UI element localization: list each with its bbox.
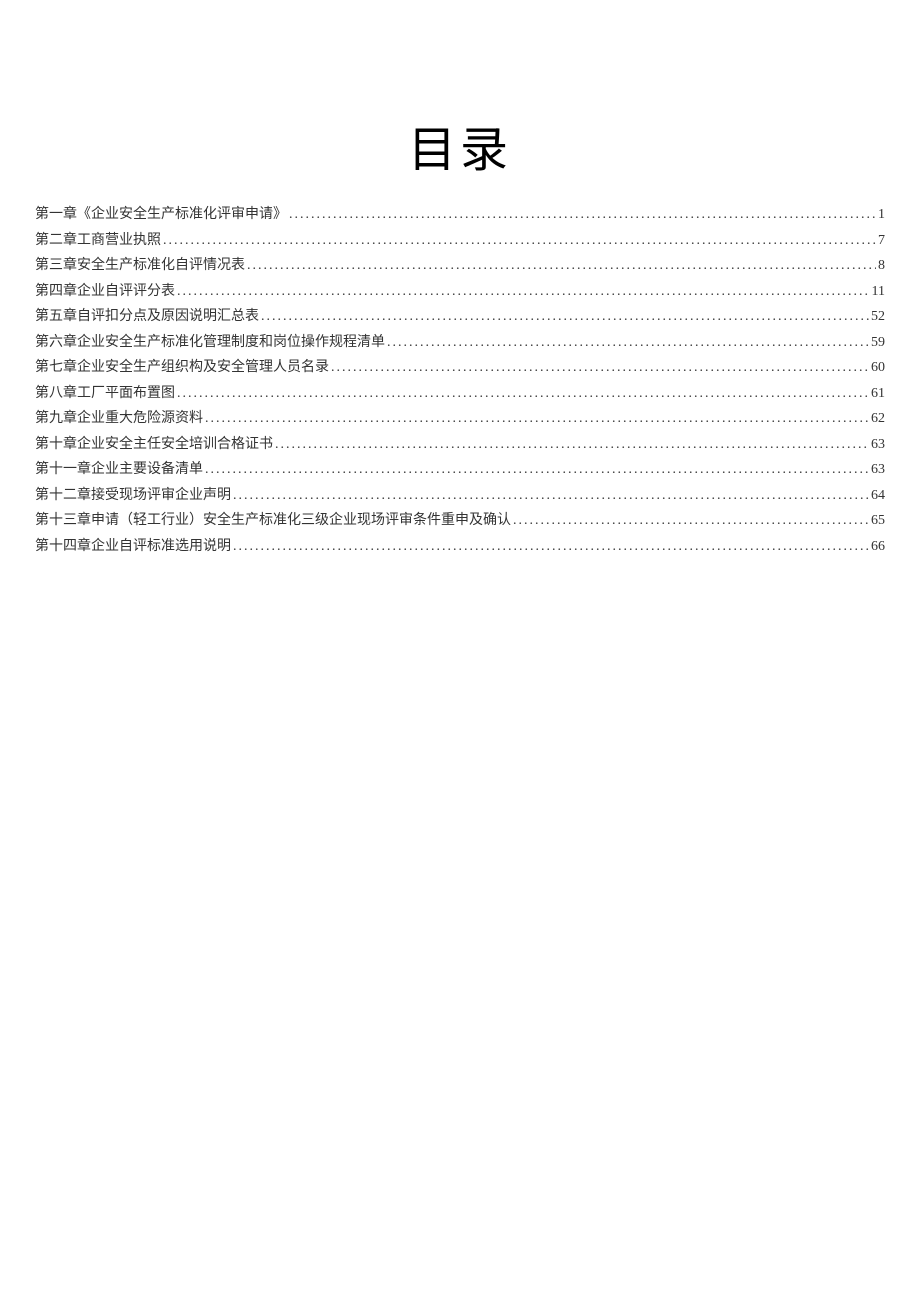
toc-page: 8 [878,259,885,273]
toc-page: 61 [871,387,885,401]
toc-dots [275,438,869,452]
toc-entry: 第八章工厂平面布置图 61 [35,387,885,401]
toc-label: 第六章企业安全生产标准化管理制度和岗位操作规程清单 [35,336,385,350]
toc-label: 第八章工厂平面布置图 [35,387,175,401]
toc-label: 第七章企业安全生产组织构及安全管理人员名录 [35,361,329,375]
toc-page: 66 [871,540,885,554]
table-of-contents: 第一章《企业安全生产标准化评审申请》 1 第二章工商营业执照 7 第三章安全生产… [35,208,885,554]
toc-dots [233,540,869,554]
toc-entry: 第十一章企业主要设备清单 63 [35,463,885,477]
toc-label: 第十二章接受现场评审企业声明 [35,489,231,503]
toc-page: 11 [872,285,885,299]
toc-page: 60 [871,361,885,375]
toc-dots [177,285,870,299]
toc-dots [247,259,876,273]
toc-label: 第四章企业自评评分表 [35,285,175,299]
toc-label: 第一章《企业安全生产标准化评审申请》 [35,208,287,222]
toc-dots [205,463,869,477]
toc-page: 1 [878,208,885,222]
toc-entry: 第十四章企业自评标准选用说明 66 [35,540,885,554]
toc-dots [261,310,869,324]
toc-entry: 第十章企业安全主任安全培训合格证书 63 [35,438,885,452]
toc-entry: 第二章工商营业执照 7 [35,234,885,248]
toc-label: 第十三章申请（轻工行业）安全生产标准化三级企业现场评审条件重申及确认 [35,514,511,528]
toc-page: 62 [871,412,885,426]
toc-entry: 第十三章申请（轻工行业）安全生产标准化三级企业现场评审条件重申及确认 65 [35,514,885,528]
toc-dots [233,489,869,503]
toc-page: 63 [871,438,885,452]
toc-entry: 第六章企业安全生产标准化管理制度和岗位操作规程清单 59 [35,336,885,350]
toc-label: 第十四章企业自评标准选用说明 [35,540,231,554]
toc-dots [513,514,869,528]
toc-label: 第二章工商营业执照 [35,234,161,248]
toc-entry: 第十二章接受现场评审企业声明 64 [35,489,885,503]
toc-entry: 第四章企业自评评分表 11 [35,285,885,299]
toc-page: 64 [871,489,885,503]
toc-dots [331,361,869,375]
toc-dots [289,208,876,222]
toc-entry: 第七章企业安全生产组织构及安全管理人员名录 60 [35,361,885,375]
toc-label: 第九章企业重大危险源资料 [35,412,203,426]
toc-dots [205,412,869,426]
toc-label: 第十一章企业主要设备清单 [35,463,203,477]
toc-label: 第五章自评扣分点及原因说明汇总表 [35,310,259,324]
toc-entry: 第九章企业重大危险源资料 62 [35,412,885,426]
page-title: 目录 [35,110,885,180]
toc-dots [177,387,869,401]
toc-page: 7 [878,234,885,248]
toc-entry: 第三章安全生产标准化自评情况表 8 [35,259,885,273]
toc-page: 52 [871,310,885,324]
toc-dots [387,336,869,350]
toc-label: 第十章企业安全主任安全培训合格证书 [35,438,273,452]
toc-page: 63 [871,463,885,477]
toc-label: 第三章安全生产标准化自评情况表 [35,259,245,273]
toc-entry: 第一章《企业安全生产标准化评审申请》 1 [35,208,885,222]
toc-page: 59 [871,336,885,350]
toc-page: 65 [871,514,885,528]
toc-entry: 第五章自评扣分点及原因说明汇总表 52 [35,310,885,324]
toc-dots [163,234,876,248]
